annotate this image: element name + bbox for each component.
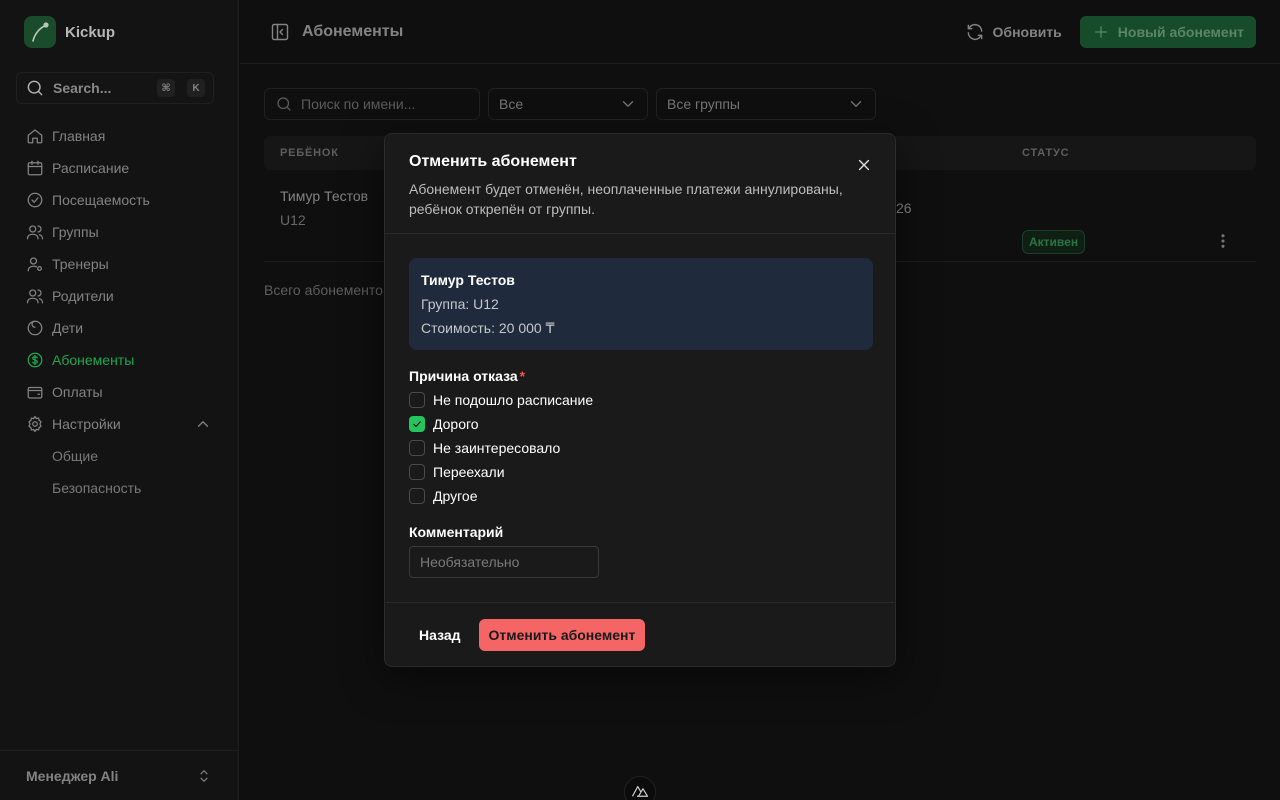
reason-option-label: Дорого — [433, 416, 479, 432]
dialog-body: Тимур Тестов Группа: U12 Стоимость: 20 0… — [385, 234, 895, 603]
info-child-name: Тимур Тестов — [421, 272, 515, 288]
reason-option[interactable]: Другое — [409, 484, 871, 508]
info-group: Группа: U12 — [421, 296, 499, 312]
checkbox[interactable] — [409, 488, 425, 504]
comment-label: Комментарий — [409, 524, 504, 540]
dialog-description: Абонемент будет отменён, неоплаченные пл… — [409, 181, 843, 217]
info-price: Стоимость: 20 000 ₸ — [421, 320, 555, 336]
nuxt-icon — [631, 785, 649, 797]
reason-label-text: Причина отказа — [409, 368, 518, 384]
required-asterisk: * — [519, 368, 526, 384]
reason-label: Причина отказа * — [409, 368, 871, 384]
cancel-subscription-dialog: Отменить абонемент Абонемент будет отмен… — [384, 133, 896, 667]
dialog-title: Отменить абонемент — [409, 153, 577, 170]
reason-option[interactable]: Дорого — [409, 412, 871, 436]
reason-option[interactable]: Переехали — [409, 460, 871, 484]
checkbox[interactable] — [409, 440, 425, 456]
reason-option-label: Другое — [433, 488, 478, 504]
dialog-header: Отменить абонемент Абонемент будет отмен… — [385, 134, 895, 234]
reason-option-label: Переехали — [433, 464, 505, 480]
confirm-cancel-button[interactable]: Отменить абонемент — [478, 619, 646, 651]
devtools-toggle[interactable] — [624, 776, 656, 800]
reason-option-label: Не заинтересовало — [433, 440, 561, 456]
reason-option[interactable]: Не заинтересовало — [409, 436, 871, 460]
subscription-info-card: Тимур Тестов Группа: U12 Стоимость: 20 0… — [409, 258, 873, 350]
checkbox[interactable] — [409, 392, 425, 408]
reason-option[interactable]: Не подошло расписание — [409, 388, 871, 412]
close-icon[interactable] — [855, 156, 873, 174]
comment-input[interactable] — [409, 546, 599, 578]
checkbox[interactable] — [409, 464, 425, 480]
reason-option-label: Не подошло расписание — [433, 392, 594, 408]
reason-checkbox-group: Не подошло расписание Дорого Не заинтере… — [409, 388, 871, 508]
check-icon — [413, 421, 421, 428]
checkbox-checked[interactable] — [409, 416, 425, 432]
dialog-footer: Назад Отменить абонемент — [385, 602, 895, 667]
back-button[interactable]: Назад — [409, 619, 471, 651]
